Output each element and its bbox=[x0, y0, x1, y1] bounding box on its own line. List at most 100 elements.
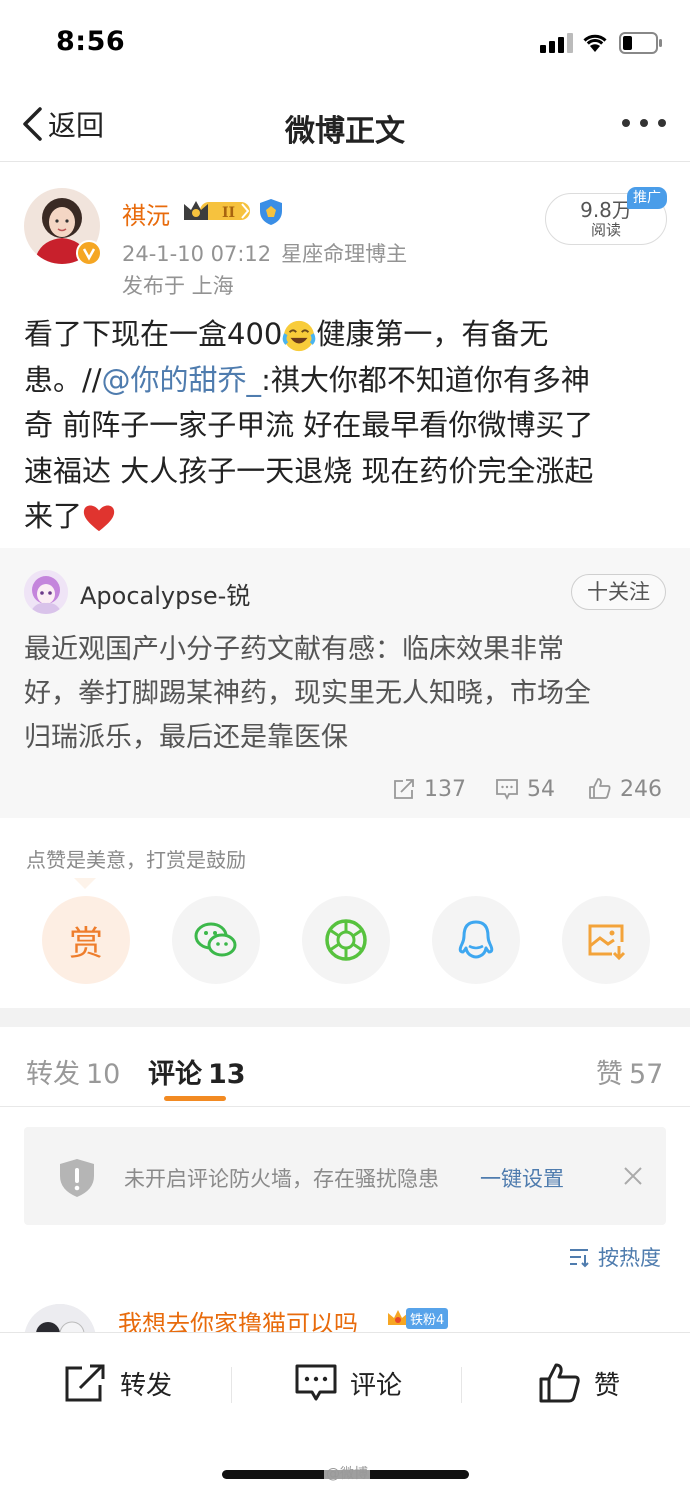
notice-text: 未开启评论防火墙，存在骚扰隐患 bbox=[124, 1167, 439, 1191]
comment-button-label: 评论 bbox=[350, 1370, 403, 1401]
thumbs-up-icon bbox=[589, 778, 611, 799]
battery-icon bbox=[619, 32, 662, 54]
more-options-button[interactable] bbox=[622, 116, 666, 130]
post-line-2a: 患。// bbox=[24, 362, 102, 397]
section-divider bbox=[0, 1008, 690, 1027]
reward-tip: 点赞是美意，打赏是鼓励 bbox=[26, 848, 246, 872]
repost-likes-button[interactable]: 246 bbox=[588, 774, 662, 804]
reads-label: 阅读 bbox=[590, 221, 621, 239]
repost-author-avatar[interactable] bbox=[24, 570, 68, 614]
status-time: 8:56 bbox=[56, 26, 126, 57]
post-line-4: 速福达 大人孩子一天退烧 现在药价完全涨起 bbox=[24, 453, 594, 488]
comment-icon bbox=[496, 779, 518, 801]
comment-icon bbox=[295, 1364, 337, 1401]
verified-badge-icon bbox=[76, 240, 102, 266]
repost-text: 最近观国产小分子药文献有感：临床效果非常 好，拳打脚踢某神药，现实里无人知晓，市… bbox=[24, 628, 664, 760]
tab-reposts[interactable]: 转发 10 bbox=[26, 1052, 120, 1091]
one-click-setup-link[interactable]: 一键设置 bbox=[480, 1163, 564, 1193]
nav-bar: 返回 微博正文 bbox=[0, 86, 690, 162]
thumbs-up-icon bbox=[539, 1363, 580, 1403]
share-moments-button[interactable] bbox=[302, 896, 390, 984]
save-image-icon bbox=[588, 924, 626, 961]
repost-reposts-button[interactable]: 137 bbox=[392, 774, 466, 804]
post-location: 发布于 上海 bbox=[122, 274, 234, 298]
qq-penguin-icon bbox=[458, 920, 494, 959]
svg-text:II: II bbox=[222, 205, 235, 221]
share-icon bbox=[394, 779, 414, 799]
repost-reposts-count: 137 bbox=[424, 776, 466, 802]
commenter-avatar[interactable] bbox=[24, 1304, 96, 1332]
like-button[interactable]: 赞 bbox=[538, 1363, 620, 1403]
laugh-cry-emoji-icon bbox=[283, 320, 316, 352]
repost-button[interactable]: 转发 bbox=[64, 1363, 172, 1403]
mention-link[interactable]: @你的甜乔_ bbox=[102, 363, 262, 397]
member-crown-badge-icon[interactable]: II bbox=[182, 198, 252, 224]
repost-avatar-image bbox=[24, 570, 68, 614]
reward-label: 赏 bbox=[69, 923, 103, 964]
tab-reposts-count: 10 bbox=[86, 1059, 121, 1090]
repost-line-3: 归瑞派乐，最后还是靠医保 bbox=[24, 722, 348, 753]
repost-comments-count: 54 bbox=[527, 776, 555, 802]
bottom-toolbar: 转发 评论 赞 @微博 bbox=[0, 1332, 690, 1494]
author-bio: 星座命理博主 bbox=[281, 242, 408, 266]
sort-by-hot-button[interactable]: 按热度 bbox=[568, 1242, 661, 1272]
reposted-card[interactable]: Apocalypse-锐 十关注 最近观国产小分子药文献有感：临床效果非常 好，… bbox=[0, 548, 690, 818]
post-line-3: 奇 前阵子一家子甲流 好在最早看你微博买了 bbox=[24, 408, 594, 442]
repost-line-1: 最近观国产小分子药文献有感：临床效果非常 bbox=[24, 634, 564, 665]
tab-likes[interactable]: 赞 57 bbox=[596, 1052, 663, 1091]
close-icon[interactable] bbox=[622, 1165, 644, 1187]
post-date: 24-1-10 07:12 bbox=[122, 242, 272, 266]
tab-comments[interactable]: 评论 13 bbox=[148, 1052, 246, 1091]
toolbar-separator bbox=[231, 1367, 232, 1403]
repost-author-name[interactable]: Apocalypse-锐 bbox=[80, 576, 250, 611]
tab-comments-count: 13 bbox=[208, 1059, 246, 1090]
red-heart-emoji-icon bbox=[83, 505, 115, 532]
tabs-divider bbox=[0, 1106, 690, 1107]
tab-likes-label: 赞 bbox=[596, 1059, 623, 1090]
shield-badge-icon[interactable] bbox=[258, 198, 284, 226]
post-text: 看了下现在一盒400 健康第一，有备无 患。//@你的甜乔_:祺大你都不知道你有多… bbox=[24, 312, 664, 540]
reward-button[interactable]: 赏 bbox=[42, 896, 130, 984]
status-bar: 8:56 bbox=[0, 0, 690, 86]
author-avatar[interactable] bbox=[24, 188, 102, 266]
comment-item[interactable]: 我想去你家撸猫可以吗 铁粉4 bbox=[0, 1296, 690, 1332]
page-title: 微博正文 bbox=[285, 114, 405, 149]
share-icon bbox=[65, 1364, 105, 1402]
tab-reposts-label: 转发 bbox=[26, 1059, 80, 1090]
comment-button[interactable]: 评论 bbox=[294, 1363, 402, 1403]
follow-button[interactable]: 十关注 bbox=[571, 574, 666, 610]
shield-alert-icon bbox=[60, 1159, 94, 1197]
weibo-watermark: @微博 bbox=[324, 1463, 370, 1483]
promo-tag: 推广 bbox=[627, 187, 667, 209]
commenter-avatar-image bbox=[24, 1304, 96, 1332]
moments-aperture-icon bbox=[325, 919, 367, 961]
post-line-1b: 健康第一，有备无 bbox=[316, 317, 549, 351]
comment-firewall-notice: 未开启评论防火墙，存在骚扰隐患 一键设置 bbox=[24, 1127, 666, 1225]
like-button-label: 赞 bbox=[594, 1370, 621, 1401]
share-wechat-button[interactable] bbox=[172, 896, 260, 984]
repost-button-label: 转发 bbox=[120, 1370, 173, 1401]
tip-arrow-icon bbox=[74, 878, 96, 889]
post-line-1a: 看了下现在一盒400 bbox=[24, 317, 283, 351]
repost-line-2: 好，拳打脚踢某神药，现实里无人知晓，市场全 bbox=[24, 678, 591, 709]
tab-comments-label: 评论 bbox=[148, 1059, 202, 1090]
share-qq-button[interactable] bbox=[432, 896, 520, 984]
sort-label: 按热度 bbox=[598, 1246, 661, 1270]
wifi-icon bbox=[583, 34, 607, 52]
repost-likes-count: 246 bbox=[620, 776, 662, 802]
wechat-icon bbox=[194, 922, 237, 957]
commenter-name[interactable]: 我想去你家撸猫可以吗 bbox=[118, 1304, 358, 1332]
active-tab-indicator bbox=[164, 1096, 226, 1101]
author-name[interactable]: 祺沅 bbox=[122, 196, 170, 231]
save-image-button[interactable] bbox=[562, 896, 650, 984]
post-line-2b: :祺大你都不知道你有多神 bbox=[261, 362, 590, 397]
tab-likes-count: 57 bbox=[629, 1059, 664, 1090]
post-line-5: 来了 bbox=[24, 499, 83, 533]
toolbar-separator bbox=[461, 1367, 462, 1403]
fan-badge-label: 铁粉4 bbox=[406, 1307, 449, 1329]
sort-icon bbox=[570, 1249, 589, 1268]
fan-badge: 铁粉4 bbox=[386, 1306, 449, 1330]
repost-comments-button[interactable]: 54 bbox=[495, 774, 555, 804]
post-meta: 24-1-10 07:12 星座命理博主 bbox=[122, 238, 407, 268]
cellular-signal-icon bbox=[540, 33, 574, 53]
